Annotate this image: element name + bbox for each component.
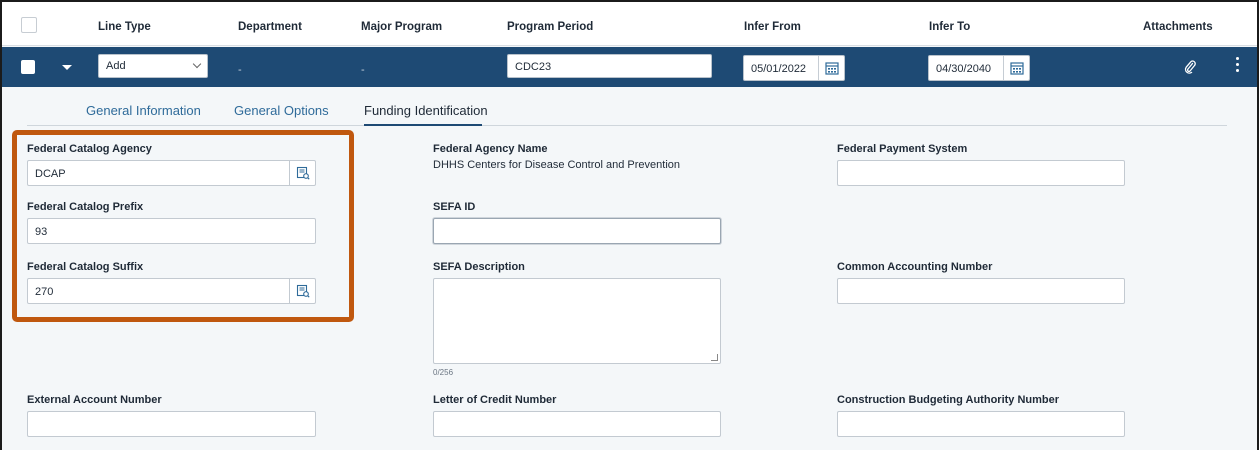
letter-of-credit-number-field[interactable] — [433, 411, 721, 437]
external-account-number-label: External Account Number — [27, 394, 162, 406]
sefa-description-label: SEFA Description — [433, 261, 525, 273]
grid-header: Line Type Department Major Program Progr… — [2, 2, 1257, 46]
sefa-description-textarea[interactable] — [433, 278, 721, 364]
infer-to-input-value: 04/30/2040 — [936, 63, 992, 75]
col-department[interactable]: Department — [238, 21, 302, 33]
federal-payment-system-field[interactable] — [837, 160, 1125, 186]
major-program-value: - — [361, 64, 365, 76]
sefa-id-field[interactable] — [433, 218, 721, 244]
grid-frame: Line Type Department Major Program Progr… — [0, 0, 1259, 450]
infer-to-input[interactable]: 04/30/2040 — [928, 55, 1030, 81]
federal-agency-name-label: Federal Agency Name — [433, 143, 548, 155]
infer-from-input-value: 05/01/2022 — [751, 63, 807, 75]
row-checkbox[interactable] — [21, 60, 35, 74]
letter-of-credit-number-label: Letter of Credit Number — [433, 394, 557, 406]
grid-row-selected: Add - - CDC23 05/01/2022 04/30/2040 — [2, 47, 1257, 87]
tab-active-indicator — [364, 124, 482, 126]
detail-tabs: General Information General Options Fund… — [2, 88, 1257, 126]
col-attachments[interactable]: Attachments — [1143, 21, 1213, 33]
federal-agency-name-value: DHHS Centers for Disease Control and Pre… — [433, 159, 681, 171]
select-all-checkbox[interactable] — [21, 17, 37, 33]
department-value: - — [238, 64, 242, 76]
resize-grip-icon[interactable] — [711, 354, 718, 361]
caret-down-icon[interactable] — [62, 65, 72, 70]
col-major-program[interactable]: Major Program — [361, 21, 442, 33]
line-type-select-value: Add — [106, 60, 126, 72]
calendar-icon[interactable] — [1003, 56, 1029, 80]
tab-general-options[interactable]: General Options — [234, 103, 329, 118]
external-account-number-field[interactable] — [27, 411, 316, 437]
col-line-type[interactable]: Line Type — [98, 21, 151, 33]
sefa-description-counter: 0/256 — [433, 368, 454, 377]
sefa-id-label: SEFA ID — [433, 201, 476, 213]
program-period-input[interactable]: CDC23 — [507, 54, 712, 78]
col-infer-to[interactable]: Infer To — [929, 21, 970, 33]
highlight-box — [12, 130, 354, 322]
construction-budgeting-authority-number-label: Construction Budgeting Authority Number — [837, 394, 1060, 406]
kebab-menu-icon[interactable] — [1236, 57, 1240, 77]
common-accounting-number-label: Common Accounting Number — [837, 261, 993, 273]
federal-payment-system-label: Federal Payment System — [837, 143, 968, 155]
program-period-input-value: CDC23 — [515, 61, 552, 73]
chevron-down-icon — [192, 59, 202, 69]
col-program-period[interactable]: Program Period — [507, 21, 593, 33]
infer-from-input[interactable]: 05/01/2022 — [743, 55, 845, 81]
common-accounting-number-field[interactable] — [837, 278, 1125, 304]
col-infer-from[interactable]: Infer From — [744, 21, 801, 33]
tab-divider — [27, 125, 1227, 126]
paperclip-icon[interactable] — [1184, 60, 1196, 77]
tab-funding-identification[interactable]: Funding Identification — [364, 103, 488, 118]
tab-general-information[interactable]: General Information — [86, 103, 201, 118]
line-type-select[interactable]: Add — [98, 54, 208, 78]
construction-budgeting-authority-number-field[interactable] — [837, 411, 1125, 437]
calendar-icon[interactable] — [818, 56, 844, 80]
